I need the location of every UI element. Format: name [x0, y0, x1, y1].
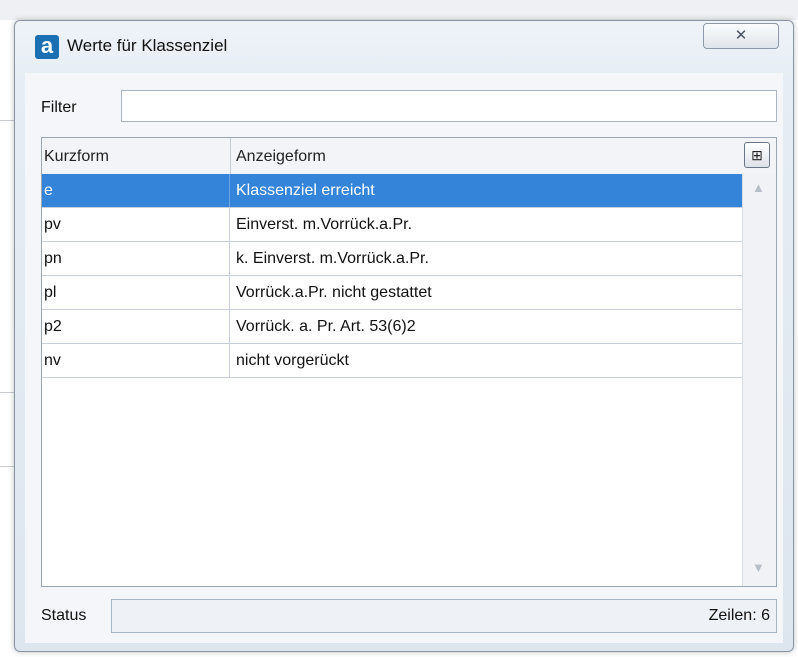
status-bar: Zeilen: 6 — [111, 599, 777, 633]
scroll-down-icon[interactable]: ▼ — [752, 560, 765, 575]
table-row[interactable]: p2 Vorrück. a. Pr. Art. 53(6)2 — [42, 310, 742, 344]
background-divider — [0, 120, 14, 121]
window-title: Werte für Klassenziel — [67, 36, 228, 55]
grid-header: Kurzform Anzeigeform ⊞ — [42, 138, 776, 175]
row-count: Zeilen: 6 — [708, 607, 770, 624]
table-row[interactable]: pv Einverst. m.Vorrück.a.Pr. — [42, 208, 742, 242]
title-bar[interactable]: a Werte für Klassenziel ✕ — [15, 21, 793, 73]
table-row[interactable]: e Klassenziel erreicht — [42, 174, 742, 208]
background-divider — [0, 466, 14, 467]
table-row[interactable]: pl Vorrück.a.Pr. nicht gestattet — [42, 276, 742, 310]
status-label: Status — [41, 607, 87, 624]
filter-input[interactable] — [121, 90, 777, 122]
cell-anzeigeform: Klassenziel erreicht — [236, 182, 375, 199]
cell-kurzform: pn — [42, 242, 230, 275]
cell-anzeigeform: nicht vorgerückt — [236, 352, 349, 369]
background-app-strip — [0, 0, 798, 20]
scroll-up-icon[interactable]: ▲ — [752, 180, 765, 195]
app-logo-icon: a — [35, 35, 59, 59]
cell-kurzform: p2 — [42, 310, 230, 343]
column-divider[interactable] — [230, 138, 231, 174]
dialog-window: a Werte für Klassenziel ✕ Filter Kurzfor… — [14, 20, 794, 652]
cell-anzeigeform: Einverst. m.Vorrück.a.Pr. — [236, 216, 413, 233]
filter-label: Filter — [41, 99, 77, 116]
column-chooser-icon: ⊞ — [751, 147, 763, 163]
dialog-content: Filter Kurzform Anzeigeform ⊞ e Klassenz… — [25, 73, 783, 643]
column-header-anzeigeform[interactable]: Anzeigeform — [236, 148, 326, 166]
cell-anzeigeform: Vorrück.a.Pr. nicht gestattet — [236, 284, 432, 301]
column-chooser-button[interactable]: ⊞ — [744, 142, 770, 168]
cell-kurzform: nv — [42, 344, 230, 377]
background-divider — [0, 392, 14, 393]
cell-kurzform: pv — [42, 208, 230, 241]
cell-kurzform: e — [42, 174, 230, 207]
cell-kurzform: pl — [42, 276, 230, 309]
table-row[interactable]: pn k. Einverst. m.Vorrück.a.Pr. — [42, 242, 742, 276]
cell-anzeigeform: Vorrück. a. Pr. Art. 53(6)2 — [236, 318, 416, 335]
cell-anzeigeform: k. Einverst. m.Vorrück.a.Pr. — [236, 250, 429, 267]
close-icon: ✕ — [734, 27, 748, 44]
column-header-kurzform[interactable]: Kurzform — [44, 148, 109, 166]
vertical-scrollbar[interactable]: ▲ ▼ — [742, 174, 776, 586]
close-button[interactable]: ✕ — [703, 23, 779, 49]
table-row[interactable]: nv nicht vorgerückt — [42, 344, 742, 378]
values-grid: Kurzform Anzeigeform ⊞ e Klassenziel err… — [41, 137, 777, 587]
